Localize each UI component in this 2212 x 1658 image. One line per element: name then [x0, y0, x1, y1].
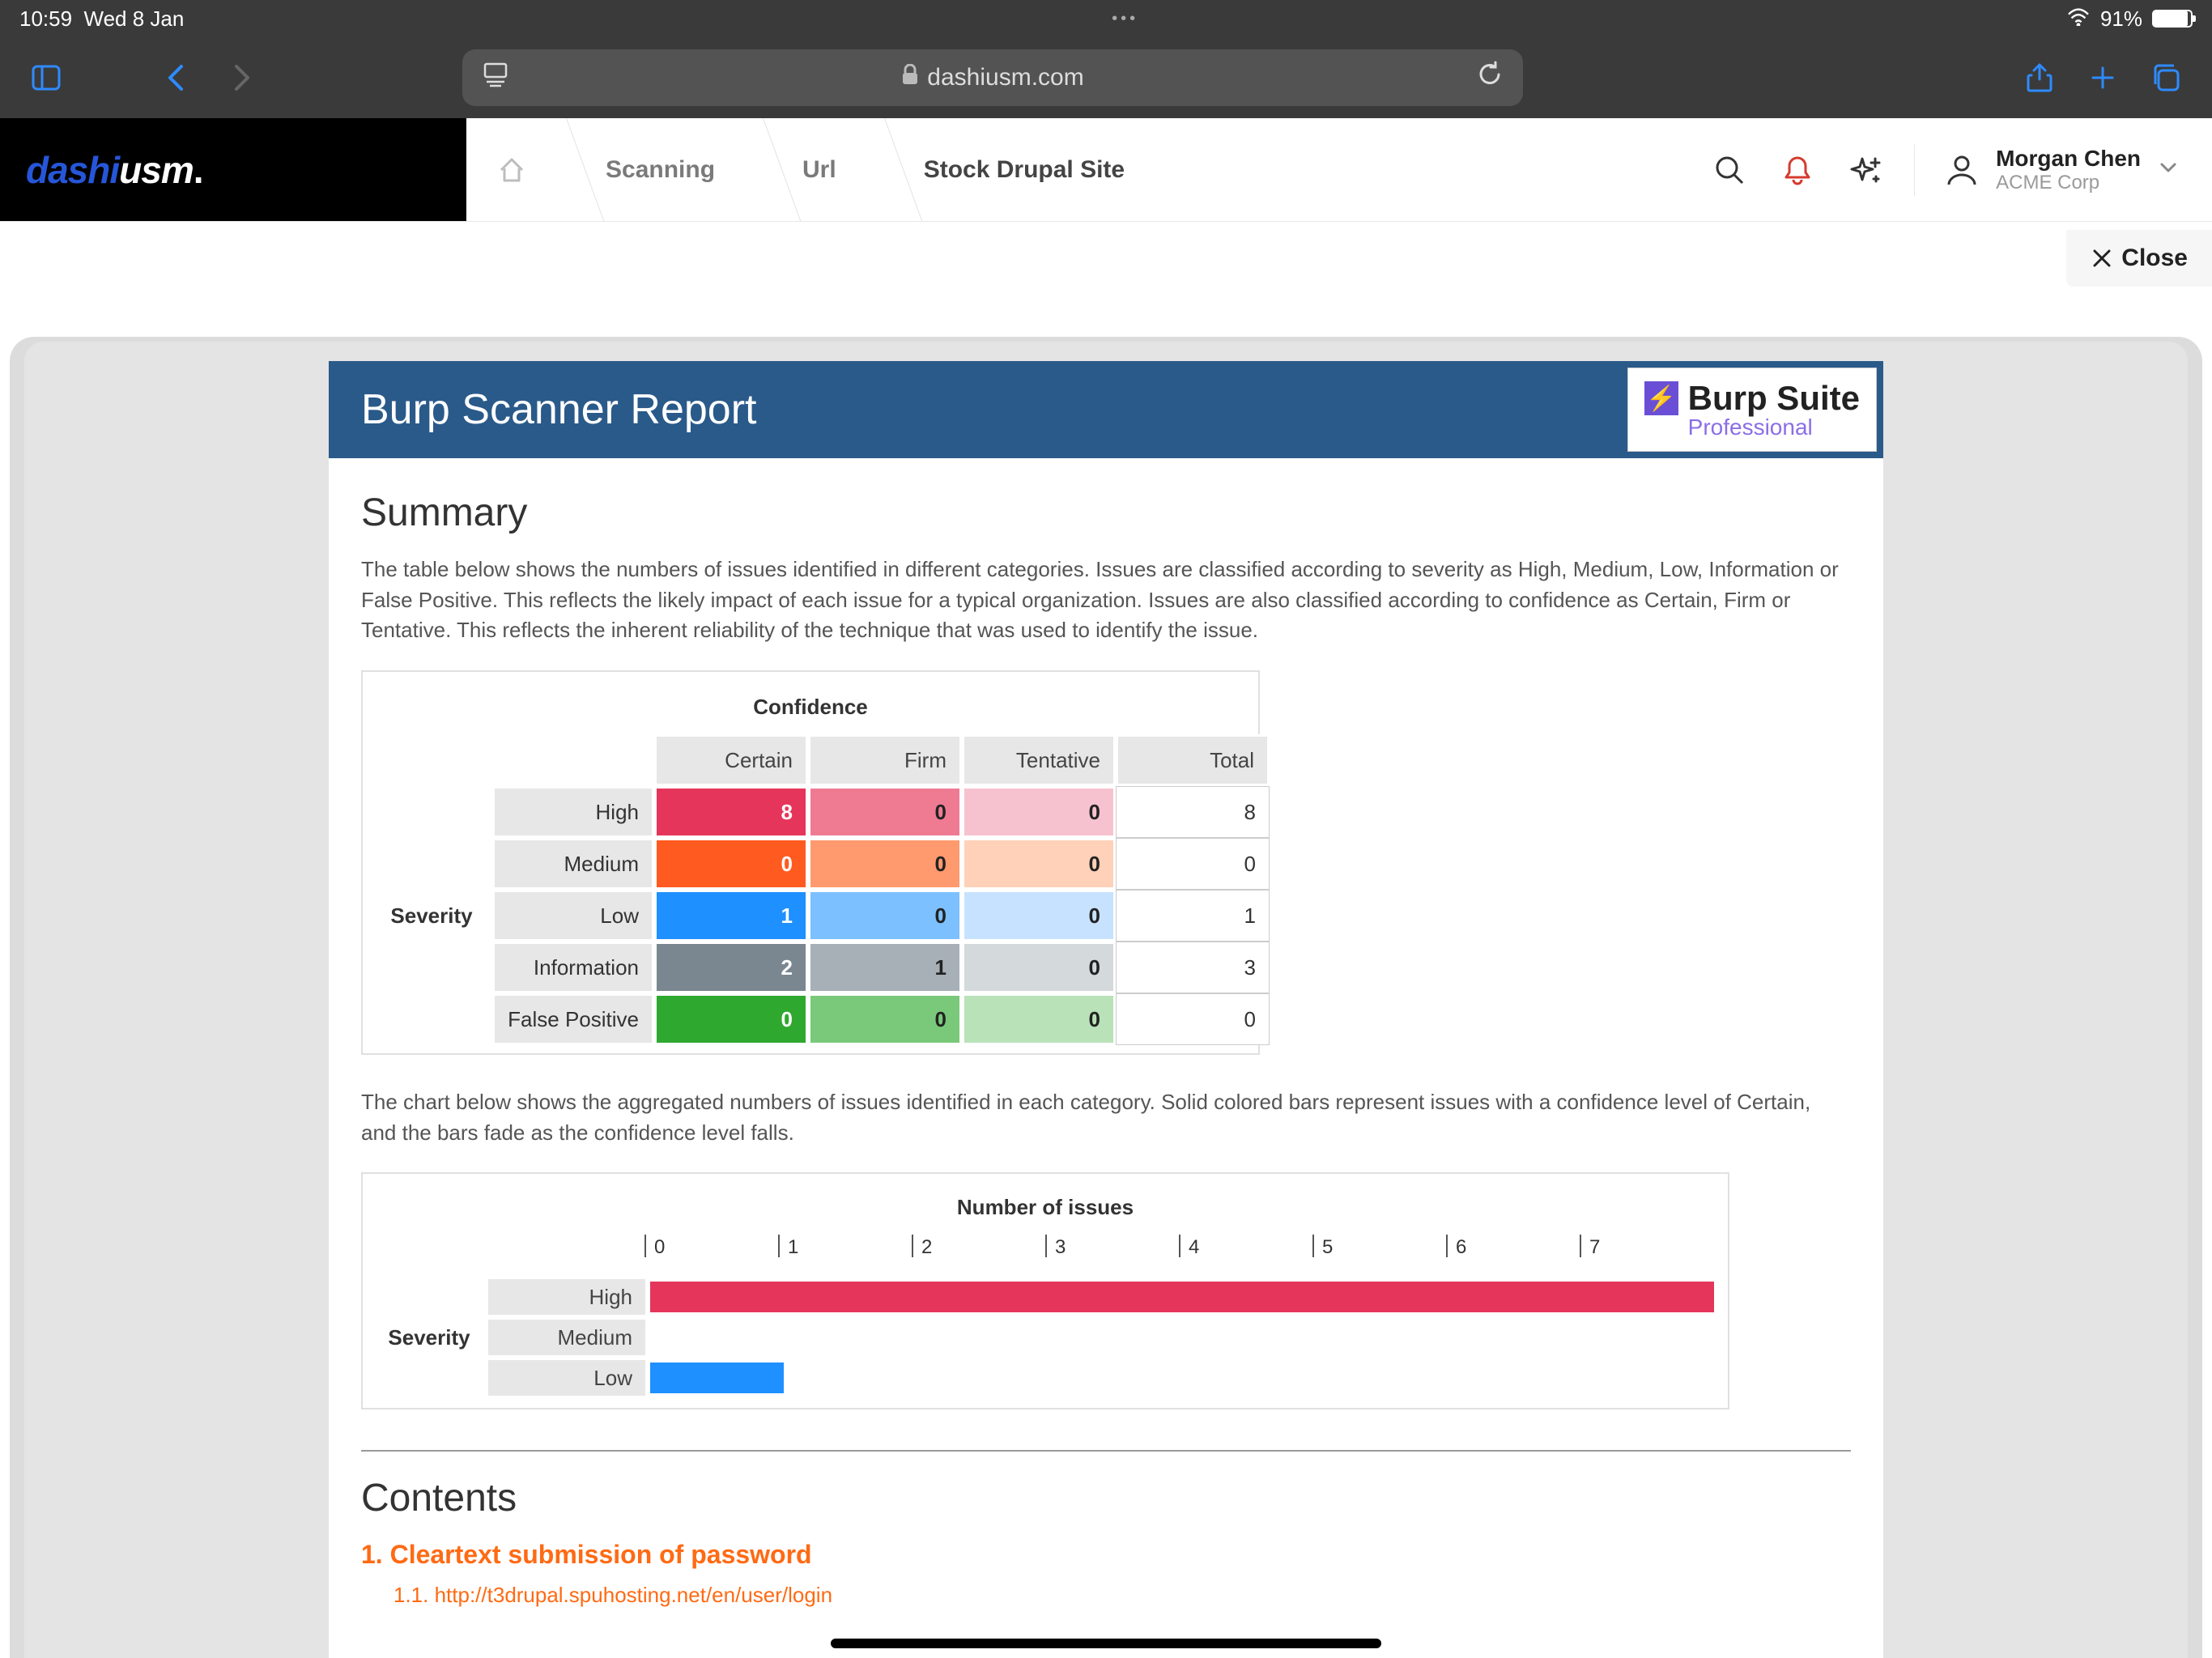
app-logo[interactable]: dashiusm. — [0, 118, 466, 221]
notifications-icon[interactable] — [1778, 151, 1817, 189]
lock-icon — [901, 64, 919, 91]
table-cell: 0 — [962, 838, 1116, 890]
chart-y-label: Severity — [372, 1317, 486, 1358]
contents-link[interactable]: 1.1. http://t3drupal.spuhosting.net/en/u… — [361, 1583, 1851, 1608]
page-settings-icon[interactable] — [482, 61, 509, 95]
sidebar-toggle-icon[interactable] — [24, 56, 68, 100]
breadcrumb: Scanning Url Stock Drupal Site — [466, 118, 1173, 221]
forward-button — [219, 56, 262, 100]
table-cell-total: 0 — [1116, 993, 1270, 1045]
table-cell-total: 1 — [1116, 890, 1270, 942]
table-cell-total: 0 — [1116, 838, 1270, 890]
table-cell: 0 — [962, 890, 1116, 942]
table-side-label: Severity — [371, 890, 492, 942]
url-host: dashiusm.com — [927, 64, 1083, 91]
breadcrumb-url[interactable]: Url — [764, 118, 885, 221]
table-cell: 0 — [808, 838, 962, 890]
summary-paragraph: The table below shows the numbers of iss… — [361, 555, 1851, 646]
table-cell: 8 — [654, 786, 808, 838]
table-row-label: False Positive — [492, 993, 654, 1045]
issues-chart: Number of issues 01234567HighSeverityMed… — [361, 1172, 1729, 1409]
user-name: Morgan Chen — [1996, 146, 2141, 172]
report-sheet: Burp Scanner Report ⚡Burp Suite Professi… — [24, 342, 2188, 1658]
back-button[interactable] — [155, 56, 199, 100]
burp-suite-badge: ⚡Burp Suite Professional — [1627, 368, 1877, 452]
table-col-header: Certain — [654, 734, 808, 786]
chart-bar — [648, 1277, 1716, 1317]
contents-heading: Contents — [361, 1476, 1851, 1520]
chart-paragraph: The chart below shows the aggregated num… — [361, 1087, 1851, 1148]
multitask-dots[interactable]: ••• — [184, 10, 2066, 28]
reload-icon[interactable] — [1476, 61, 1504, 95]
battery-icon — [2152, 10, 2193, 28]
summary-heading: Summary — [361, 491, 1851, 535]
table-cell: 0 — [962, 942, 1116, 993]
chevron-down-icon — [2157, 156, 2180, 183]
wifi-icon — [2066, 6, 2091, 32]
table-cell-total: 8 — [1116, 786, 1270, 838]
chart-bar — [648, 1358, 1716, 1398]
chart-row-label: High — [486, 1277, 648, 1317]
table-cell: 1 — [808, 942, 962, 993]
chart-row-label: Low — [486, 1358, 648, 1398]
safari-toolbar: dashiusm.com — [0, 37, 2212, 118]
close-button[interactable]: Close — [2066, 230, 2212, 287]
report-title: Burp Scanner Report — [361, 385, 757, 434]
chart-row-label: Medium — [486, 1317, 648, 1358]
table-caption: Confidence — [371, 680, 1250, 734]
user-org: ACME Corp — [1996, 172, 2141, 194]
tabs-icon[interactable] — [2144, 56, 2188, 100]
new-tab-icon[interactable] — [2081, 56, 2125, 100]
table-cell: 2 — [654, 942, 808, 993]
ipad-status-bar: 10:59 Wed 8 Jan ••• 91% — [0, 0, 2212, 37]
user-menu[interactable]: Morgan Chen ACME Corp — [1944, 146, 2180, 194]
table-row-label: Low — [492, 890, 654, 942]
divider — [361, 1450, 1851, 1452]
table-cell: 0 — [808, 890, 962, 942]
table-cell: 0 — [654, 993, 808, 1045]
table-row-label: Medium — [492, 838, 654, 890]
contents-item[interactable]: 1. Cleartext submission of password — [361, 1540, 1851, 1570]
table-cell: 1 — [654, 890, 808, 942]
table-cell: 0 — [962, 786, 1116, 838]
report-header: Burp Scanner Report ⚡Burp Suite Professi… — [329, 361, 1883, 458]
breadcrumb-scanning[interactable]: Scanning — [567, 118, 764, 221]
summary-table: Confidence CertainFirmTentativeTotalHigh… — [361, 670, 1260, 1055]
status-time-date: 10:59 Wed 8 Jan — [19, 6, 184, 32]
table-cell: 0 — [808, 786, 962, 838]
table-row-label: Information — [492, 942, 654, 993]
chart-title: Number of issues — [372, 1184, 1718, 1236]
table-row-label: High — [492, 786, 654, 838]
breadcrumb-home[interactable] — [466, 118, 567, 221]
share-icon[interactable] — [2018, 56, 2061, 100]
table-cell-total: 3 — [1116, 942, 1270, 993]
sparkle-icon[interactable] — [1846, 151, 1885, 189]
battery-percent: 91% — [2100, 6, 2142, 32]
close-icon — [2091, 247, 2113, 270]
table-cell: 0 — [808, 993, 962, 1045]
table-cell: 0 — [962, 993, 1116, 1045]
table-cell: 0 — [654, 838, 808, 890]
address-bar[interactable]: dashiusm.com — [462, 49, 1523, 106]
burp-logo-icon: ⚡ — [1644, 381, 1678, 415]
table-col-header: Total — [1116, 734, 1270, 786]
app-header: dashiusm. Scanning Url Stock Drupal Site — [0, 118, 2212, 222]
search-icon[interactable] — [1710, 151, 1749, 189]
breadcrumb-site[interactable]: Stock Drupal Site — [885, 118, 1173, 221]
table-col-header: Tentative — [962, 734, 1116, 786]
chart-bar — [648, 1317, 1716, 1358]
home-indicator[interactable] — [831, 1639, 1381, 1648]
report: Burp Scanner Report ⚡Burp Suite Professi… — [329, 361, 1883, 1658]
chart-x-axis: 01234567 — [648, 1236, 1716, 1277]
user-icon — [1944, 152, 1980, 188]
table-col-header: Firm — [808, 734, 962, 786]
